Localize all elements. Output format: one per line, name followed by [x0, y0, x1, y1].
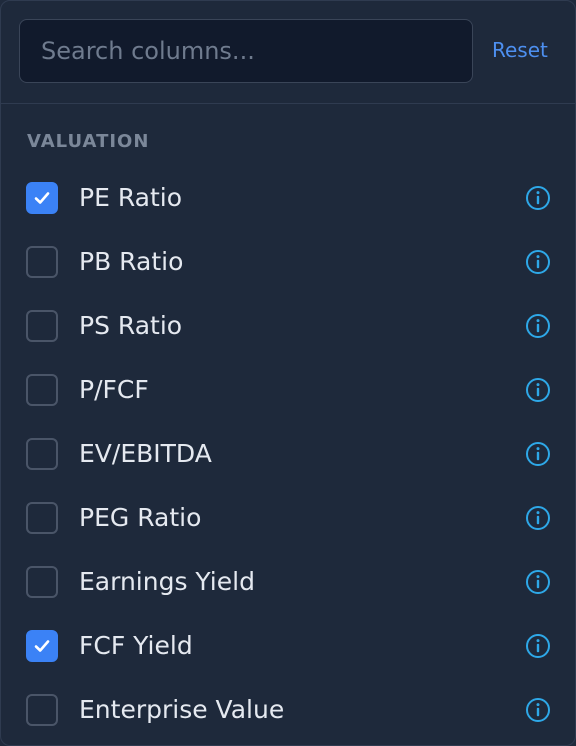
column-option-label: PB Ratio	[79, 247, 184, 276]
column-option-label: Earnings Yield	[79, 567, 255, 596]
info-icon[interactable]	[523, 503, 553, 533]
check-icon	[34, 192, 50, 204]
checkbox[interactable]	[26, 246, 58, 278]
column-option-label: FCF Yield	[79, 631, 193, 660]
info-icon[interactable]	[523, 247, 553, 277]
info-icon[interactable]	[523, 567, 553, 597]
column-option[interactable]: P/FCF	[1, 359, 575, 423]
column-option[interactable]: PB Ratio	[1, 231, 575, 295]
info-icon[interactable]	[523, 631, 553, 661]
column-option[interactable]: FCF Yield	[1, 615, 575, 679]
check-icon	[34, 640, 50, 652]
info-icon[interactable]	[523, 183, 553, 213]
info-icon[interactable]	[523, 311, 553, 341]
section-title: VALUATION	[27, 131, 150, 152]
checkbox[interactable]	[26, 502, 58, 534]
column-option-label: PS Ratio	[79, 311, 183, 340]
checkbox[interactable]	[26, 310, 58, 342]
checkbox[interactable]	[26, 566, 58, 598]
column-option-label: PE Ratio	[79, 183, 183, 212]
column-option[interactable]: EV/EBITDA	[1, 423, 575, 487]
column-option[interactable]: PEG Ratio	[1, 487, 575, 551]
checkbox[interactable]	[26, 438, 58, 470]
column-option[interactable]: Earnings Yield	[1, 551, 575, 615]
column-picker-panel: Search columns... Reset VALUATION PE Rat…	[0, 0, 576, 746]
column-option[interactable]: Enterprise Value	[1, 679, 575, 743]
checkbox[interactable]	[26, 374, 58, 406]
column-option-label: EV/EBITDA	[79, 439, 212, 468]
column-option[interactable]: PE Ratio	[1, 167, 575, 231]
search-row: Search columns... Reset	[1, 1, 575, 104]
column-option[interactable]: PS Ratio	[1, 295, 575, 359]
info-icon[interactable]	[523, 375, 553, 405]
info-icon[interactable]	[523, 439, 553, 469]
search-input[interactable]: Search columns...	[19, 19, 473, 83]
checkbox[interactable]	[26, 630, 58, 662]
column-option-label: P/FCF	[79, 375, 149, 404]
column-option-label: Enterprise Value	[79, 695, 285, 724]
checkbox[interactable]	[26, 694, 58, 726]
info-icon[interactable]	[523, 695, 553, 725]
column-option-label: PEG Ratio	[79, 503, 202, 532]
checkbox[interactable]	[26, 182, 58, 214]
reset-button[interactable]: Reset	[492, 35, 548, 65]
